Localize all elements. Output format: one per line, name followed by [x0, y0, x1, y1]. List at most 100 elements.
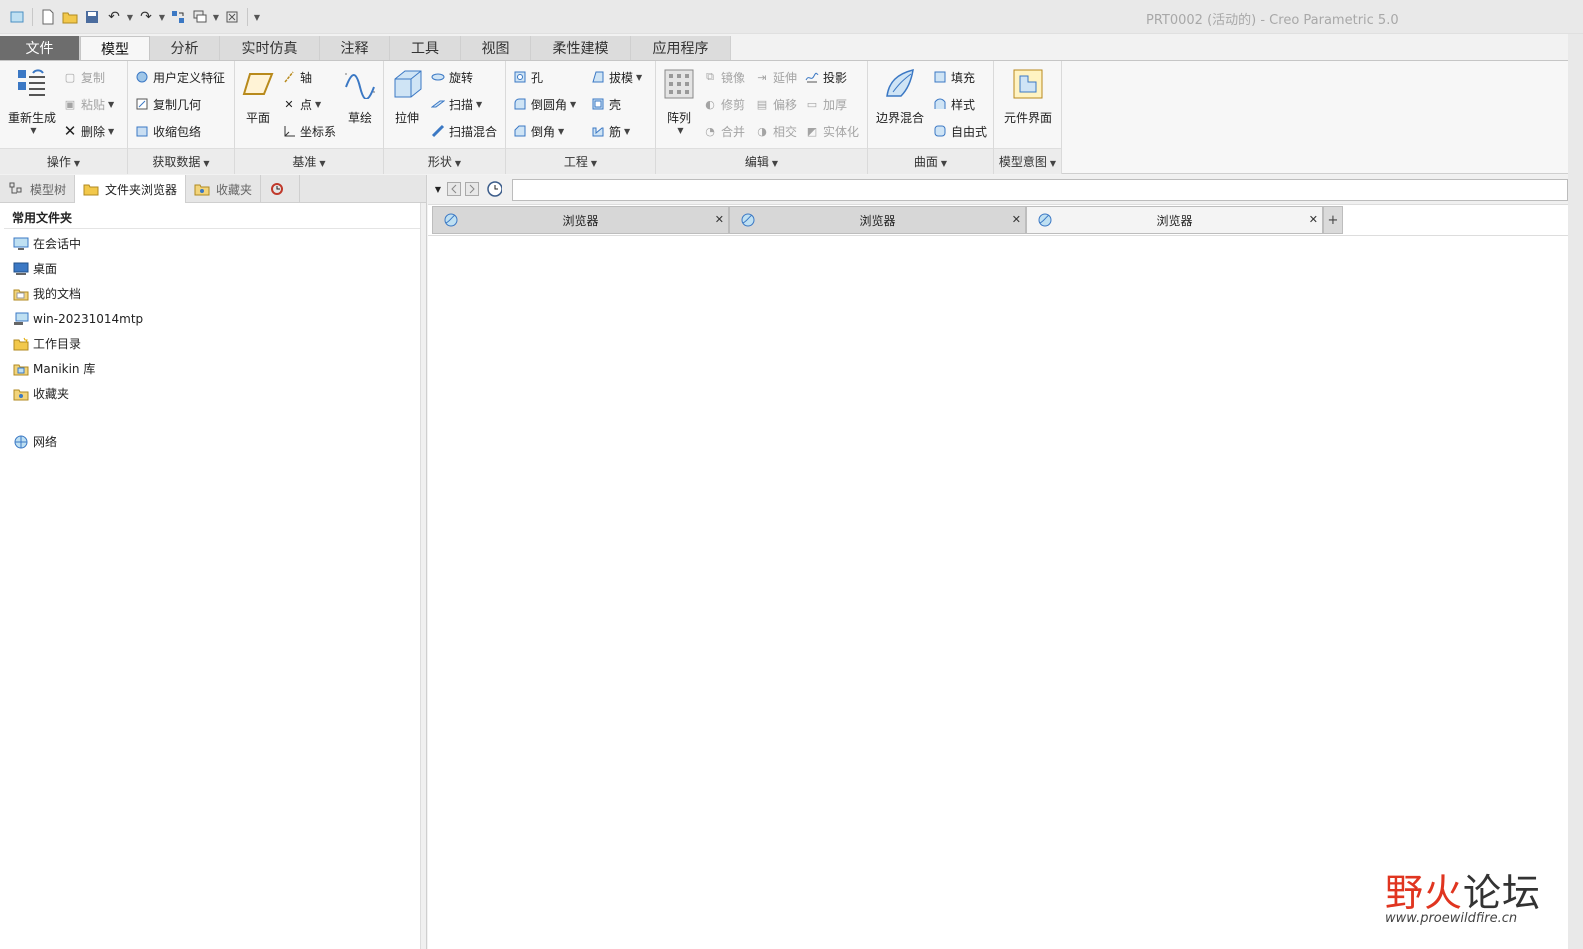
offset-button[interactable]: ▤ 偏移 [754, 94, 797, 114]
tab-view[interactable]: 视图 [461, 36, 531, 60]
solidify-button[interactable]: ◩ 实体化 [804, 121, 859, 141]
tab-model[interactable]: 模型 [80, 36, 150, 61]
group-label[interactable]: 操作 ▼ [0, 148, 127, 174]
folder-item-manikin-library[interactable]: Manikin 库 [0, 356, 426, 381]
intersect-button[interactable]: ◑ 相交 [754, 121, 797, 141]
regenerate-icon[interactable] [167, 6, 189, 28]
merge-button[interactable]: ◔ 合并 [702, 121, 745, 141]
axis-button[interactable]: 轴 [281, 67, 312, 87]
group-label[interactable]: 获取数据 ▼ [128, 148, 234, 174]
tab-simulation[interactable]: 实时仿真 [220, 36, 320, 60]
group-label-text: 形状 [427, 155, 452, 169]
new-file-icon[interactable] [37, 6, 59, 28]
folder-item-in-session[interactable]: 在会话中 [0, 231, 426, 256]
tab-analysis[interactable]: 分析 [150, 36, 220, 60]
shrinkwrap-button[interactable]: 收缩包络 [134, 121, 201, 141]
paste-label: 粘贴 [81, 97, 106, 112]
folder-item-network[interactable]: 网络 [0, 429, 426, 454]
shell-button[interactable]: 壳 [590, 94, 621, 114]
swept-blend-button[interactable]: 扫描混合 [430, 121, 497, 141]
pattern-button[interactable]: 阵列 ▼ [660, 65, 698, 135]
extrude-button[interactable]: 拉伸 [388, 65, 426, 126]
sweep-button[interactable]: 扫描 ▼ [430, 94, 482, 114]
tab-annotate[interactable]: 注释 [320, 36, 390, 60]
tab-flexible-modeling[interactable]: 柔性建模 [531, 36, 631, 60]
group-label[interactable]: 模型意图 ▼ [994, 148, 1061, 174]
open-folder-icon[interactable] [59, 6, 81, 28]
project-button[interactable]: 投影 [804, 67, 847, 87]
forward-icon[interactable] [464, 181, 480, 197]
tab-model-tree[interactable]: 模型树 [0, 175, 76, 203]
redo-icon[interactable]: ↷ [135, 6, 157, 28]
trim-button[interactable]: ◐ 修剪 [702, 94, 745, 114]
copy-button[interactable]: ▢ 复制 [62, 67, 105, 87]
udf-button[interactable]: 用户定义特征 [134, 67, 225, 87]
windows-dropdown-icon[interactable]: ▼ [211, 13, 221, 22]
group-label[interactable]: 编辑 ▼ [656, 148, 867, 174]
copy-geometry-button[interactable]: 复制几何 [134, 94, 201, 114]
folder-item-favorites[interactable]: 收藏夹 [0, 381, 426, 406]
tab-favorites[interactable]: 收藏夹 [186, 175, 262, 203]
chamfer-button[interactable]: 倒角 ▼ [512, 121, 564, 141]
tab-folder-browser[interactable]: 文件夹浏览器 [75, 175, 187, 203]
freestyle-button[interactable]: 自由式 [932, 121, 987, 141]
address-input[interactable] [512, 179, 1568, 201]
folder-item-desktop[interactable]: 桌面 [0, 256, 426, 281]
chevron-down-icon: ▼ [476, 99, 483, 109]
group-label[interactable]: 基准 ▼ [235, 148, 383, 174]
mirror-button[interactable]: ⧉ 镜像 [702, 67, 745, 87]
undo-icon[interactable]: ↶ [103, 6, 125, 28]
thicken-button[interactable]: ▭ 加厚 [804, 94, 847, 114]
close-icon[interactable]: ✕ [1309, 213, 1318, 226]
hole-button[interactable]: 孔 [512, 67, 543, 87]
project-icon [804, 69, 820, 85]
shrinkwrap-label: 收缩包络 [153, 124, 202, 139]
folder-item-working-directory[interactable]: 工作目录 [0, 331, 426, 356]
customize-toolbar-icon[interactable]: ▼ [252, 13, 262, 22]
extend-button[interactable]: ⇥ 延伸 [754, 67, 797, 87]
tab-tools[interactable]: 工具 [390, 36, 461, 60]
redo-dropdown-icon[interactable]: ▼ [157, 13, 167, 22]
app-icon[interactable] [6, 6, 28, 28]
close-icon[interactable]: ✕ [715, 213, 724, 226]
rib-button[interactable]: 筋 ▼ [590, 121, 630, 141]
draft-button[interactable]: 拔模 ▼ [590, 67, 642, 87]
folder-item-documents[interactable]: 我的文档 [0, 281, 426, 306]
group-label[interactable]: 曲面 ▼ [868, 148, 993, 174]
style-button[interactable]: 样式 [932, 94, 975, 114]
browser-content[interactable] [428, 235, 1568, 949]
fill-button[interactable]: 填充 [932, 67, 975, 87]
group-label[interactable]: 工程 ▼ [506, 148, 655, 174]
tab-file[interactable]: 文件 [0, 36, 80, 60]
group-label[interactable]: 形状 ▼ [384, 148, 505, 174]
browser-tab[interactable]: 浏览器 ✕ [729, 206, 1026, 234]
undo-dropdown-icon[interactable]: ▼ [125, 13, 135, 22]
csys-button[interactable]: 坐标系 [281, 121, 336, 141]
new-tab-button[interactable]: + [1323, 206, 1343, 234]
chevron-down-icon[interactable]: ▼ [430, 181, 446, 197]
windows-icon[interactable] [189, 6, 211, 28]
revolve-button[interactable]: 旋转 [430, 67, 473, 87]
browser-tab-active[interactable]: 浏览器 ✕ [1026, 206, 1323, 234]
panel-scrollbar[interactable] [420, 203, 426, 949]
tab-applications[interactable]: 应用程序 [631, 36, 731, 60]
regenerate-button[interactable]: 重新生成 ▼ [6, 65, 58, 135]
boundary-blend-button[interactable]: 边界混合 [872, 65, 928, 126]
plane-button[interactable]: 平面 [239, 65, 277, 126]
close-window-icon[interactable] [221, 6, 243, 28]
folder-label: win-20231014mtp [33, 311, 144, 326]
point-button[interactable]: ✕ 点 ▼ [281, 94, 321, 114]
browser-tab[interactable]: 浏览器 ✕ [432, 206, 729, 234]
component-interface-button[interactable]: 元件界面 [998, 65, 1058, 126]
folder-item-computer[interactable]: win-20231014mtp [0, 306, 426, 331]
round-button[interactable]: 倒圆角 ▼ [512, 94, 576, 114]
history-icon[interactable] [486, 181, 502, 197]
paste-button[interactable]: ▣ 粘贴 ▼ [62, 94, 114, 114]
sketch-button[interactable]: 草绘 [341, 65, 379, 126]
merge-icon: ◔ [705, 124, 715, 138]
tab-history[interactable] [261, 175, 301, 203]
back-icon[interactable] [446, 181, 462, 197]
delete-button[interactable]: ✕ 删除 ▼ [62, 121, 114, 141]
close-icon[interactable]: ✕ [1012, 213, 1021, 226]
save-icon[interactable] [81, 6, 103, 28]
